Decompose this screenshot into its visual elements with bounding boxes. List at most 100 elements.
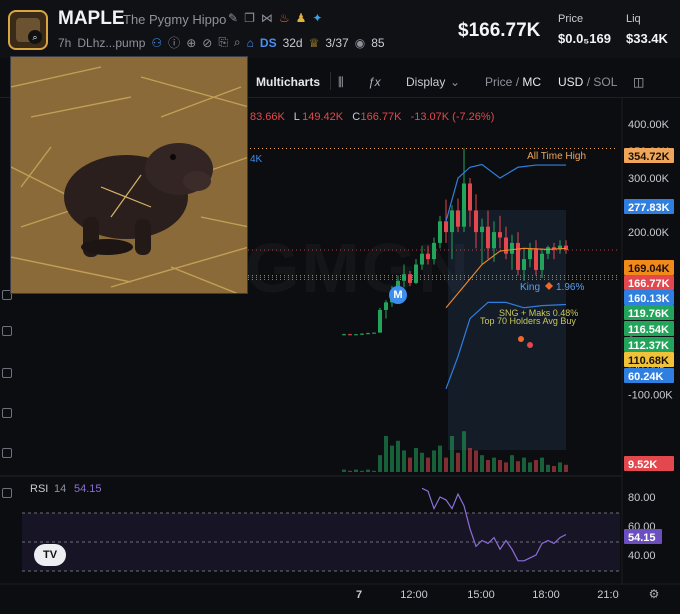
chart-app: ⌕ MAPLE The Pygmy Hippo ✎ ❐ ⋈ ♨ ♟ ✦ 7h D… (0, 0, 680, 614)
ohlc-value: 149.42K (302, 111, 344, 123)
rsi-tick: 80.00 (628, 492, 656, 504)
volume-bar (438, 445, 442, 472)
volume-bar (384, 436, 388, 472)
volume-bar (528, 462, 532, 472)
volume-bar (540, 457, 544, 472)
volume-bar (462, 431, 466, 472)
ohlc-value: -13.07K (-7.26%) (411, 111, 495, 123)
price-tag-label: 166.77K (628, 278, 670, 290)
volume-bar (390, 445, 394, 472)
rsi-value-inline: 54.15 (74, 483, 102, 495)
volume-bar (516, 461, 520, 472)
volume-bar (474, 450, 478, 472)
time-tick: 7 (356, 589, 362, 601)
volume-bar (378, 455, 382, 472)
price-tick: 200.00K (628, 227, 670, 239)
time-tick: 12:00 (400, 589, 428, 601)
candle (540, 253, 544, 270)
volume-bar (510, 455, 514, 472)
rsi-label: RSI (30, 483, 48, 495)
candle (504, 237, 508, 254)
volume-bar (408, 457, 412, 472)
candle (378, 309, 382, 333)
left-price-tag: 4K (250, 154, 263, 165)
tool-icon[interactable] (2, 368, 12, 378)
tool-icon[interactable] (2, 488, 12, 498)
sell-marker (527, 342, 533, 348)
volume-bar (414, 448, 418, 472)
ohlc-value: 166.77K (361, 111, 403, 123)
volume-bar (348, 470, 352, 472)
price-tag-label: 119.76K (628, 308, 669, 320)
candle (366, 333, 370, 335)
candle (348, 334, 352, 336)
price-tick: 300.00K (628, 173, 670, 185)
volume-bar (354, 469, 358, 472)
candle (510, 242, 514, 254)
candle (384, 302, 388, 310)
candle (444, 221, 448, 233)
volume-bar (504, 462, 508, 472)
volume-bar (558, 462, 562, 472)
volume-bar (432, 450, 436, 472)
drawing-tools (0, 290, 16, 590)
volume-bar (360, 470, 364, 472)
volume-bar (396, 440, 400, 472)
candle (498, 232, 502, 238)
tradingview-logo[interactable]: TV (34, 544, 66, 566)
candle (564, 245, 568, 251)
ath-label: All Time High (527, 151, 586, 162)
token-image-preview (10, 56, 248, 294)
volume-bar (420, 452, 424, 472)
time-tick: 15:00 (467, 589, 495, 601)
volume-bar (546, 464, 550, 472)
candle (342, 334, 346, 336)
candle (414, 264, 418, 283)
candle (522, 259, 526, 270)
tool-icon[interactable] (2, 448, 12, 458)
candle (354, 334, 358, 336)
price-tag-label: 160.13K (628, 293, 670, 305)
candle (486, 226, 490, 249)
volume-bar (522, 457, 526, 472)
volume-bar (552, 466, 556, 472)
volume-bar (372, 470, 376, 472)
volume-bar (456, 452, 460, 472)
volume-bar (486, 460, 490, 472)
candle (360, 333, 364, 335)
volume-bar (444, 457, 448, 472)
tool-icon[interactable] (2, 408, 12, 418)
settings-icon: ⚙ (649, 587, 660, 601)
candle (438, 221, 442, 243)
rsi-tag-label: 54.15 (628, 532, 656, 544)
tool-icon[interactable] (2, 326, 12, 336)
hippo-photo (11, 57, 247, 293)
candle (420, 253, 424, 265)
candle (474, 210, 478, 233)
candle (516, 242, 520, 270)
top-holders-label: Top 70 Holders Avg Buy (480, 316, 576, 326)
volume-bar (450, 436, 454, 472)
candle (372, 332, 376, 334)
volume-bar (534, 460, 538, 472)
candle (528, 248, 532, 260)
price-tag-label: 169.04K (628, 263, 670, 275)
rsi-band (22, 513, 620, 571)
ohlc-value: L (294, 111, 300, 123)
volume-bar (492, 457, 496, 472)
candle (534, 248, 538, 270)
volume-bar (342, 469, 346, 472)
rsi-tick: 40.00 (628, 550, 656, 562)
candle (456, 210, 460, 227)
rsi-period: 14 (54, 483, 66, 495)
m-marker[interactable]: M (389, 286, 407, 304)
ohlc-value: C (352, 111, 360, 123)
volume-bar (366, 469, 370, 472)
candle (402, 274, 406, 281)
candle (480, 226, 484, 233)
price-tag-label: 116.54K (628, 324, 669, 336)
time-tick: 18:00 (532, 589, 560, 601)
price-tick: -100.00K (628, 389, 673, 401)
price-tag-label: 9.52K (628, 459, 657, 471)
price-tag-label: 354.72K (628, 151, 670, 163)
